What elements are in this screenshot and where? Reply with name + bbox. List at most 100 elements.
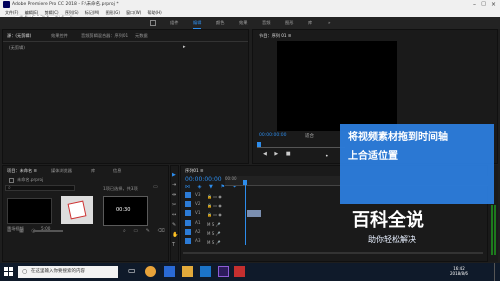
clip-thumbnail[interactable]: 00:30 bbox=[103, 196, 148, 226]
meter-bar-right bbox=[494, 205, 496, 255]
app-icon[interactable] bbox=[164, 266, 175, 277]
project-folder-icon bbox=[9, 178, 14, 183]
tab-info[interactable]: 信息 bbox=[113, 168, 121, 174]
track-label[interactable]: A2 bbox=[195, 229, 201, 234]
maximize-button[interactable]: □ bbox=[481, 0, 486, 9]
track-label[interactable]: A1 bbox=[195, 220, 201, 225]
premiere-logo-icon bbox=[3, 1, 10, 8]
ripple-edit-tool-icon[interactable]: ⇹ bbox=[172, 192, 176, 198]
app-icon[interactable] bbox=[200, 266, 211, 277]
menu-graphics[interactable]: 图形(G) bbox=[106, 10, 120, 15]
tab-audio-mixer[interactable]: 音频剪辑混合器：序列01 bbox=[81, 33, 128, 39]
timeline-timecode[interactable]: 00:00:00:00 bbox=[185, 176, 222, 183]
window-title: Adobe Premiere Pro CC 2018 - F:\未命名.prpr… bbox=[12, 2, 119, 7]
transport-controls[interactable]: ◀ ▶ ■ bbox=[263, 151, 294, 157]
new-bin-icon[interactable]: ▭ bbox=[153, 184, 158, 190]
menu-bar: 文件(F) 编辑(E) 剪辑(C) 序列(S) 标记(M) 图形(G) 窗口(W… bbox=[0, 9, 500, 17]
audio-tracks: A1 A2 A3 M S 🎤 M S 🎤 M S 🎤 bbox=[181, 220, 489, 250]
track-label[interactable]: V3 bbox=[195, 192, 201, 197]
program-timecode[interactable]: 00:00:00:00 bbox=[259, 133, 286, 138]
clock-date: 2018/8/6 bbox=[450, 271, 468, 276]
thumbnail-size-slider[interactable] bbox=[33, 230, 63, 232]
menu-marker[interactable]: 标记(M) bbox=[85, 10, 100, 15]
show-desktop-button[interactable] bbox=[494, 263, 500, 281]
brand-subtitle: 助你轻松解决 bbox=[368, 235, 416, 244]
tab-source[interactable]: 源：(无剪辑) bbox=[7, 33, 31, 39]
source-patch-a1[interactable] bbox=[185, 220, 191, 226]
program-scrubber[interactable] bbox=[257, 147, 345, 148]
source-patch-a2[interactable] bbox=[185, 229, 191, 235]
razor-tool-icon[interactable]: ✂ bbox=[172, 202, 176, 208]
tab-project[interactable]: 项目：未命名 ≡ bbox=[7, 168, 37, 174]
hand-tool-icon[interactable]: ✋ bbox=[172, 232, 178, 238]
menu-help[interactable]: 帮助(H) bbox=[148, 10, 162, 15]
window-titlebar: Adobe Premiere Pro CC 2018 - F:\未命名.prpr… bbox=[0, 0, 500, 9]
source-patch-v1[interactable] bbox=[185, 210, 191, 216]
track-controls[interactable]: 🔒 ▭ ◉ 🔒 ▭ ◉ 🔒 ▭ ◉ bbox=[207, 192, 222, 219]
instruction-text: 将视频素材拖到时间轴 上合适位置 bbox=[348, 128, 488, 166]
menu-window[interactable]: 窗口(W) bbox=[126, 10, 141, 15]
image-icon bbox=[67, 200, 87, 220]
clip-thumbnail[interactable] bbox=[61, 196, 93, 224]
track-select-tool-icon[interactable]: ⇥ bbox=[172, 182, 176, 188]
source-patch-v2[interactable] bbox=[185, 201, 191, 207]
workspace-tab-color[interactable]: 颜色 bbox=[216, 17, 224, 29]
project-path: 未命名.prproj bbox=[17, 177, 44, 182]
workspace-tab-effects[interactable]: 效果 bbox=[239, 17, 247, 29]
premiere-pro-icon[interactable] bbox=[218, 266, 229, 277]
project-search-input[interactable]: ⌕ bbox=[5, 185, 75, 191]
settings-icon[interactable]: • bbox=[325, 153, 329, 160]
instruction-line-1: 将视频素材拖到时间轴 bbox=[348, 132, 448, 143]
search-icon: ⌕ bbox=[8, 185, 11, 191]
program-monitor-view bbox=[277, 41, 397, 131]
windows-start-icon[interactable] bbox=[4, 267, 13, 276]
search-icon: ○ bbox=[22, 268, 28, 275]
brand-title: 百科全说 bbox=[352, 210, 424, 231]
panel-menu-icon[interactable]: ▸ bbox=[183, 44, 186, 50]
selection-tool-icon[interactable]: ▶ bbox=[172, 172, 176, 178]
clip-thumbnail[interactable] bbox=[7, 198, 52, 224]
workspace-tab-libraries[interactable]: 库 bbox=[308, 17, 312, 29]
minimize-button[interactable]: – bbox=[473, 0, 476, 9]
ruler-time-label: 00:00 bbox=[225, 176, 237, 181]
track-label[interactable]: V1 bbox=[195, 210, 201, 215]
project-action-icons[interactable]: ⌕ ▭ ✎ ⌫ bbox=[123, 228, 168, 234]
program-title[interactable]: 节目：序列 01 ≡ bbox=[259, 33, 291, 39]
source-empty-label: (无剪辑) bbox=[9, 45, 25, 50]
chrome-icon[interactable] bbox=[145, 266, 156, 277]
track-label[interactable]: V2 bbox=[195, 201, 201, 206]
timeline-title[interactable]: 序列01 ≡ bbox=[185, 168, 204, 174]
pen-tool-icon[interactable]: ✎ bbox=[172, 222, 176, 228]
workspace-more-icon[interactable]: » bbox=[328, 17, 331, 29]
home-icon[interactable] bbox=[150, 20, 156, 26]
meter-bar-left bbox=[491, 205, 493, 255]
workspace-tab-graphics[interactable]: 图形 bbox=[285, 17, 293, 29]
clock[interactable]: 16:42 2018/8/6 bbox=[450, 266, 468, 276]
source-panel: 源：(无剪辑) 效果控件 音频剪辑混合器：序列01 元数据 (无剪辑) ▸ bbox=[2, 29, 249, 164]
tab-media-browser[interactable]: 媒体浏览器 bbox=[51, 168, 72, 174]
track-controls[interactable]: M S 🎤 M S 🎤 M S 🎤 bbox=[207, 220, 221, 247]
close-button[interactable]: × bbox=[491, 0, 496, 9]
divider bbox=[3, 41, 248, 42]
type-tool-icon[interactable]: T bbox=[172, 242, 175, 248]
workspace-tab-assembly[interactable]: 组件 bbox=[170, 17, 178, 29]
task-view-icon[interactable]: ▭ bbox=[128, 266, 136, 275]
file-explorer-icon[interactable] bbox=[182, 266, 193, 277]
zoom-fit-select[interactable]: 适合 bbox=[305, 133, 314, 139]
source-patch-a3[interactable] bbox=[185, 238, 191, 244]
track-label[interactable]: A3 bbox=[195, 238, 201, 243]
workspace-tab-editing[interactable]: 编辑 bbox=[193, 17, 202, 29]
timeline-scrollbar[interactable] bbox=[183, 252, 483, 254]
tab-effect-controls[interactable]: 效果控件 bbox=[51, 33, 68, 39]
tab-libraries[interactable]: 库 bbox=[91, 168, 95, 174]
source-patch-v3[interactable] bbox=[185, 192, 191, 198]
workspace-tab-audio[interactable]: 音频 bbox=[262, 17, 270, 29]
tab-metadata[interactable]: 元数据 bbox=[135, 33, 148, 39]
clip-timecode-overlay: 00:30 bbox=[116, 207, 131, 213]
app-icon[interactable] bbox=[234, 266, 245, 277]
project-panel: 项目：未命名 ≡ 媒体浏览器 库 信息 未命名.prproj ⌕ 1项已选择，共… bbox=[2, 165, 169, 262]
taskbar-search-input[interactable]: 在这里输入你要搜索的内容 bbox=[18, 266, 118, 278]
video-clip[interactable] bbox=[247, 210, 261, 217]
instruction-line-2: 上合适位置 bbox=[348, 151, 398, 162]
slip-tool-icon[interactable]: ↔ bbox=[172, 212, 176, 218]
